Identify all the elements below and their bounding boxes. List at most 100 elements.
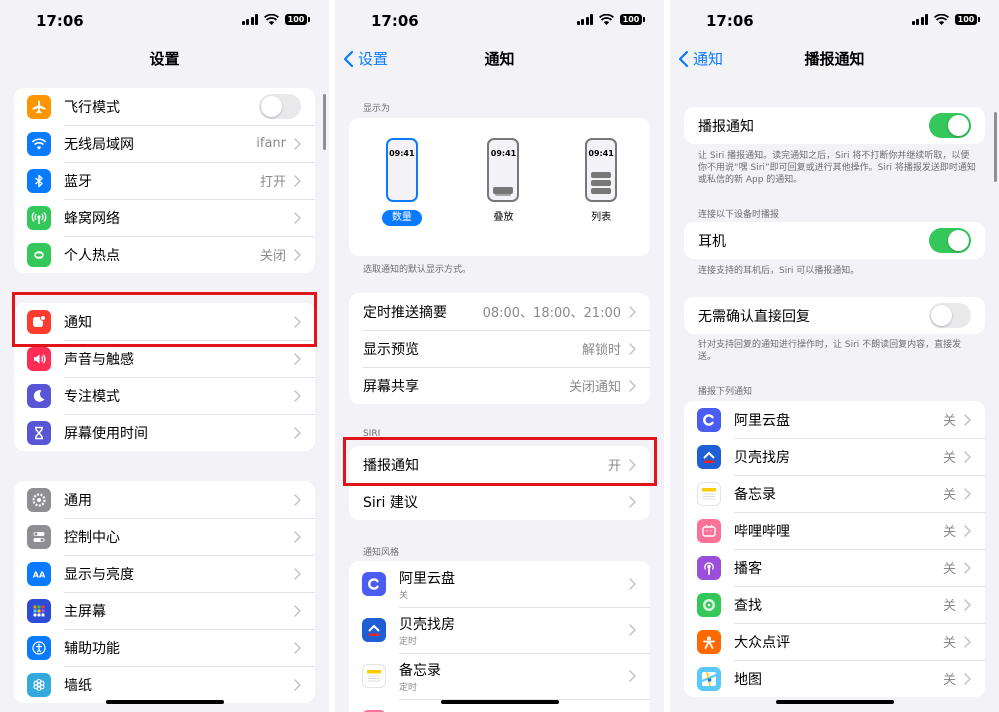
row-label: 显示预览 [363, 341, 419, 358]
settings-row-aliyun-drive[interactable]: 阿里云盘 关 [684, 401, 985, 438]
chevron-right-icon [294, 389, 301, 402]
chevron-right-icon [629, 305, 636, 318]
chevron-right-icon [294, 604, 301, 617]
app-row-beike[interactable]: 贝壳找房 定时 [349, 607, 650, 653]
row-label: 查找 [734, 597, 762, 614]
row-value: 解锁时 [581, 343, 621, 358]
settings-row-cellular[interactable]: 蜂窝网络 [14, 199, 315, 236]
earphones-toggle[interactable] [929, 228, 971, 253]
chevron-right-icon [294, 174, 301, 187]
settings-row-beike[interactable]: 贝壳找房 关 [684, 438, 985, 475]
row-label: 墙纸 [64, 677, 92, 694]
display-style-0[interactable]: 09:41 数量 [381, 138, 422, 226]
row-label: 飞行模式 [64, 99, 120, 116]
row-value: 关 [942, 562, 956, 577]
chevron-right-icon [964, 450, 971, 463]
settings-row-gear[interactable]: 通用 [14, 481, 315, 518]
display-style-1[interactable]: 09:41 叠放 [487, 138, 520, 226]
chevron-right-icon [294, 211, 301, 224]
settings-row[interactable]: 屏幕共享 关闭通知 [349, 367, 650, 404]
highlight-box [12, 292, 317, 347]
settings-row-maps[interactable]: 地图 关 [684, 660, 985, 697]
settings-row-accessibility[interactable]: 辅助功能 [14, 629, 315, 666]
status-time: 17:06 [371, 12, 419, 30]
settings-row[interactable]: Siri 建议 [349, 483, 650, 520]
settings-row-hotspot[interactable]: 个人热点 关闭 [14, 236, 315, 273]
settings-row[interactable]: 定时推送摘要 08:00、18:00、21:00 [349, 293, 650, 330]
chevron-right-icon [964, 598, 971, 611]
chevron-right-icon [964, 413, 971, 426]
settings-row-display[interactable]: AA 显示与亮度 [14, 555, 315, 592]
moon-icon [27, 383, 51, 408]
row-value: 打开 [259, 175, 286, 190]
chevron-right-icon [964, 672, 971, 685]
display-style-caption: 列表 [591, 212, 612, 223]
gear-icon [27, 487, 51, 512]
page-title: 设置 [149, 50, 180, 68]
row-label: 蜂窝网络 [64, 210, 120, 227]
airplane-icon [27, 94, 51, 119]
home-indicator [776, 700, 894, 704]
control-center-icon [27, 524, 51, 549]
row-label: Siri 建议 [363, 494, 418, 511]
settings-row-podcasts[interactable]: 播客 关 [684, 549, 985, 586]
sound-icon [27, 346, 51, 371]
settings-row-find-my[interactable]: 查找 关 [684, 586, 985, 623]
chevron-right-icon [294, 137, 301, 150]
settings-row-home-screen[interactable]: 主屏幕 [14, 592, 315, 629]
connectivity-group: 飞行模式无线局域网 ifanr 蓝牙 打开蜂窝网络个人热点 关闭 [14, 88, 315, 273]
chevron-right-icon [294, 493, 301, 506]
settings-row-notes[interactable]: 备忘录 关 [684, 475, 985, 512]
settings-row-bluetooth[interactable]: 蓝牙 打开 [14, 162, 315, 199]
settings-row-hourglass[interactable]: 屏幕使用时间 [14, 414, 315, 451]
display-style-2[interactable]: 09:41 列表 [585, 138, 618, 226]
aliyun-drive-icon [362, 572, 386, 596]
status-time: 17:06 [36, 12, 84, 30]
announce-notifications-screen: 17:06 100 通知 播报通知 播报通知 让 Siri 播报通知。读完通知之… [670, 0, 999, 712]
settings-row-bilibili[interactable]: 哔哩哔哩 关 [684, 512, 985, 549]
app-row-notes[interactable]: 备忘录 定时 [349, 653, 650, 699]
settings-row-wallpaper[interactable]: 墙纸 [14, 666, 315, 703]
settings-row-wifi[interactable]: 无线局域网 ifanr [14, 125, 315, 162]
settings-screen: 17:06 100 设置 飞行模式无线局域网 ifanr 蓝牙 打开蜂窝网络个人热点 关… [0, 0, 329, 712]
airplane-toggle[interactable] [259, 94, 301, 119]
scrollbar[interactable] [323, 94, 326, 150]
chevron-right-icon [629, 578, 636, 590]
battery-icon: 100 [955, 14, 980, 25]
battery-icon: 100 [620, 14, 645, 25]
row-label: 哔哩哔哩 [734, 523, 790, 540]
home-indicator [106, 700, 224, 704]
status-bar: 17:06 100 [0, 0, 329, 40]
status-bar: 17:06 100 [670, 0, 999, 40]
accessibility-icon [27, 635, 51, 660]
beike-icon [697, 444, 721, 469]
settings-row-airplane[interactable]: 飞行模式 [14, 88, 315, 125]
display-icon: AA [27, 561, 51, 586]
section-label-apps: 播报下列通知 [698, 387, 753, 397]
display-style-caption: 数量 [381, 210, 422, 226]
row-value: 关 [942, 673, 956, 688]
settings-row-dianping[interactable]: 大众点评 关 [684, 623, 985, 660]
settings-row-control-center[interactable]: 控制中心 [14, 518, 315, 555]
beike-icon [362, 618, 386, 642]
scrollbar[interactable] [994, 112, 997, 182]
screenshot-collage: 17:06 100 设置 飞行模式无线局域网 ifanr 蓝牙 打开蜂窝网络个人热点关… [0, 0, 999, 712]
section-label-notification-style: 通知风格 [363, 548, 400, 558]
status-bar: 17:06 100 [335, 0, 664, 40]
row-label: 备忘录 [399, 662, 441, 679]
settings-row-moon[interactable]: 专注模式 [14, 377, 315, 414]
wifi-status-icon [264, 14, 279, 25]
wifi-status-icon [934, 14, 949, 25]
reply-without-confirm-toggle[interactable] [929, 303, 971, 328]
settings-row[interactable]: 显示预览 解锁时 [349, 330, 650, 367]
chevron-right-icon [629, 495, 636, 508]
bilibili-icon [697, 518, 721, 543]
announce-notifications-toggle[interactable] [929, 113, 971, 138]
app-row-aliyun-drive[interactable]: 阿里云盘关 [349, 561, 650, 607]
row-label: 专注模式 [64, 388, 120, 405]
row-value: 关 [942, 599, 956, 614]
row-label: 主屏幕 [64, 603, 106, 620]
announce-note: 让 Siri 播报通知。读完通知之后，Siri 将不打断你并继续听取，以便你不用… [698, 151, 976, 185]
row-subtitle: 关 [399, 590, 409, 601]
reply-without-confirm-row: 无需确认直接回复 [684, 297, 985, 334]
